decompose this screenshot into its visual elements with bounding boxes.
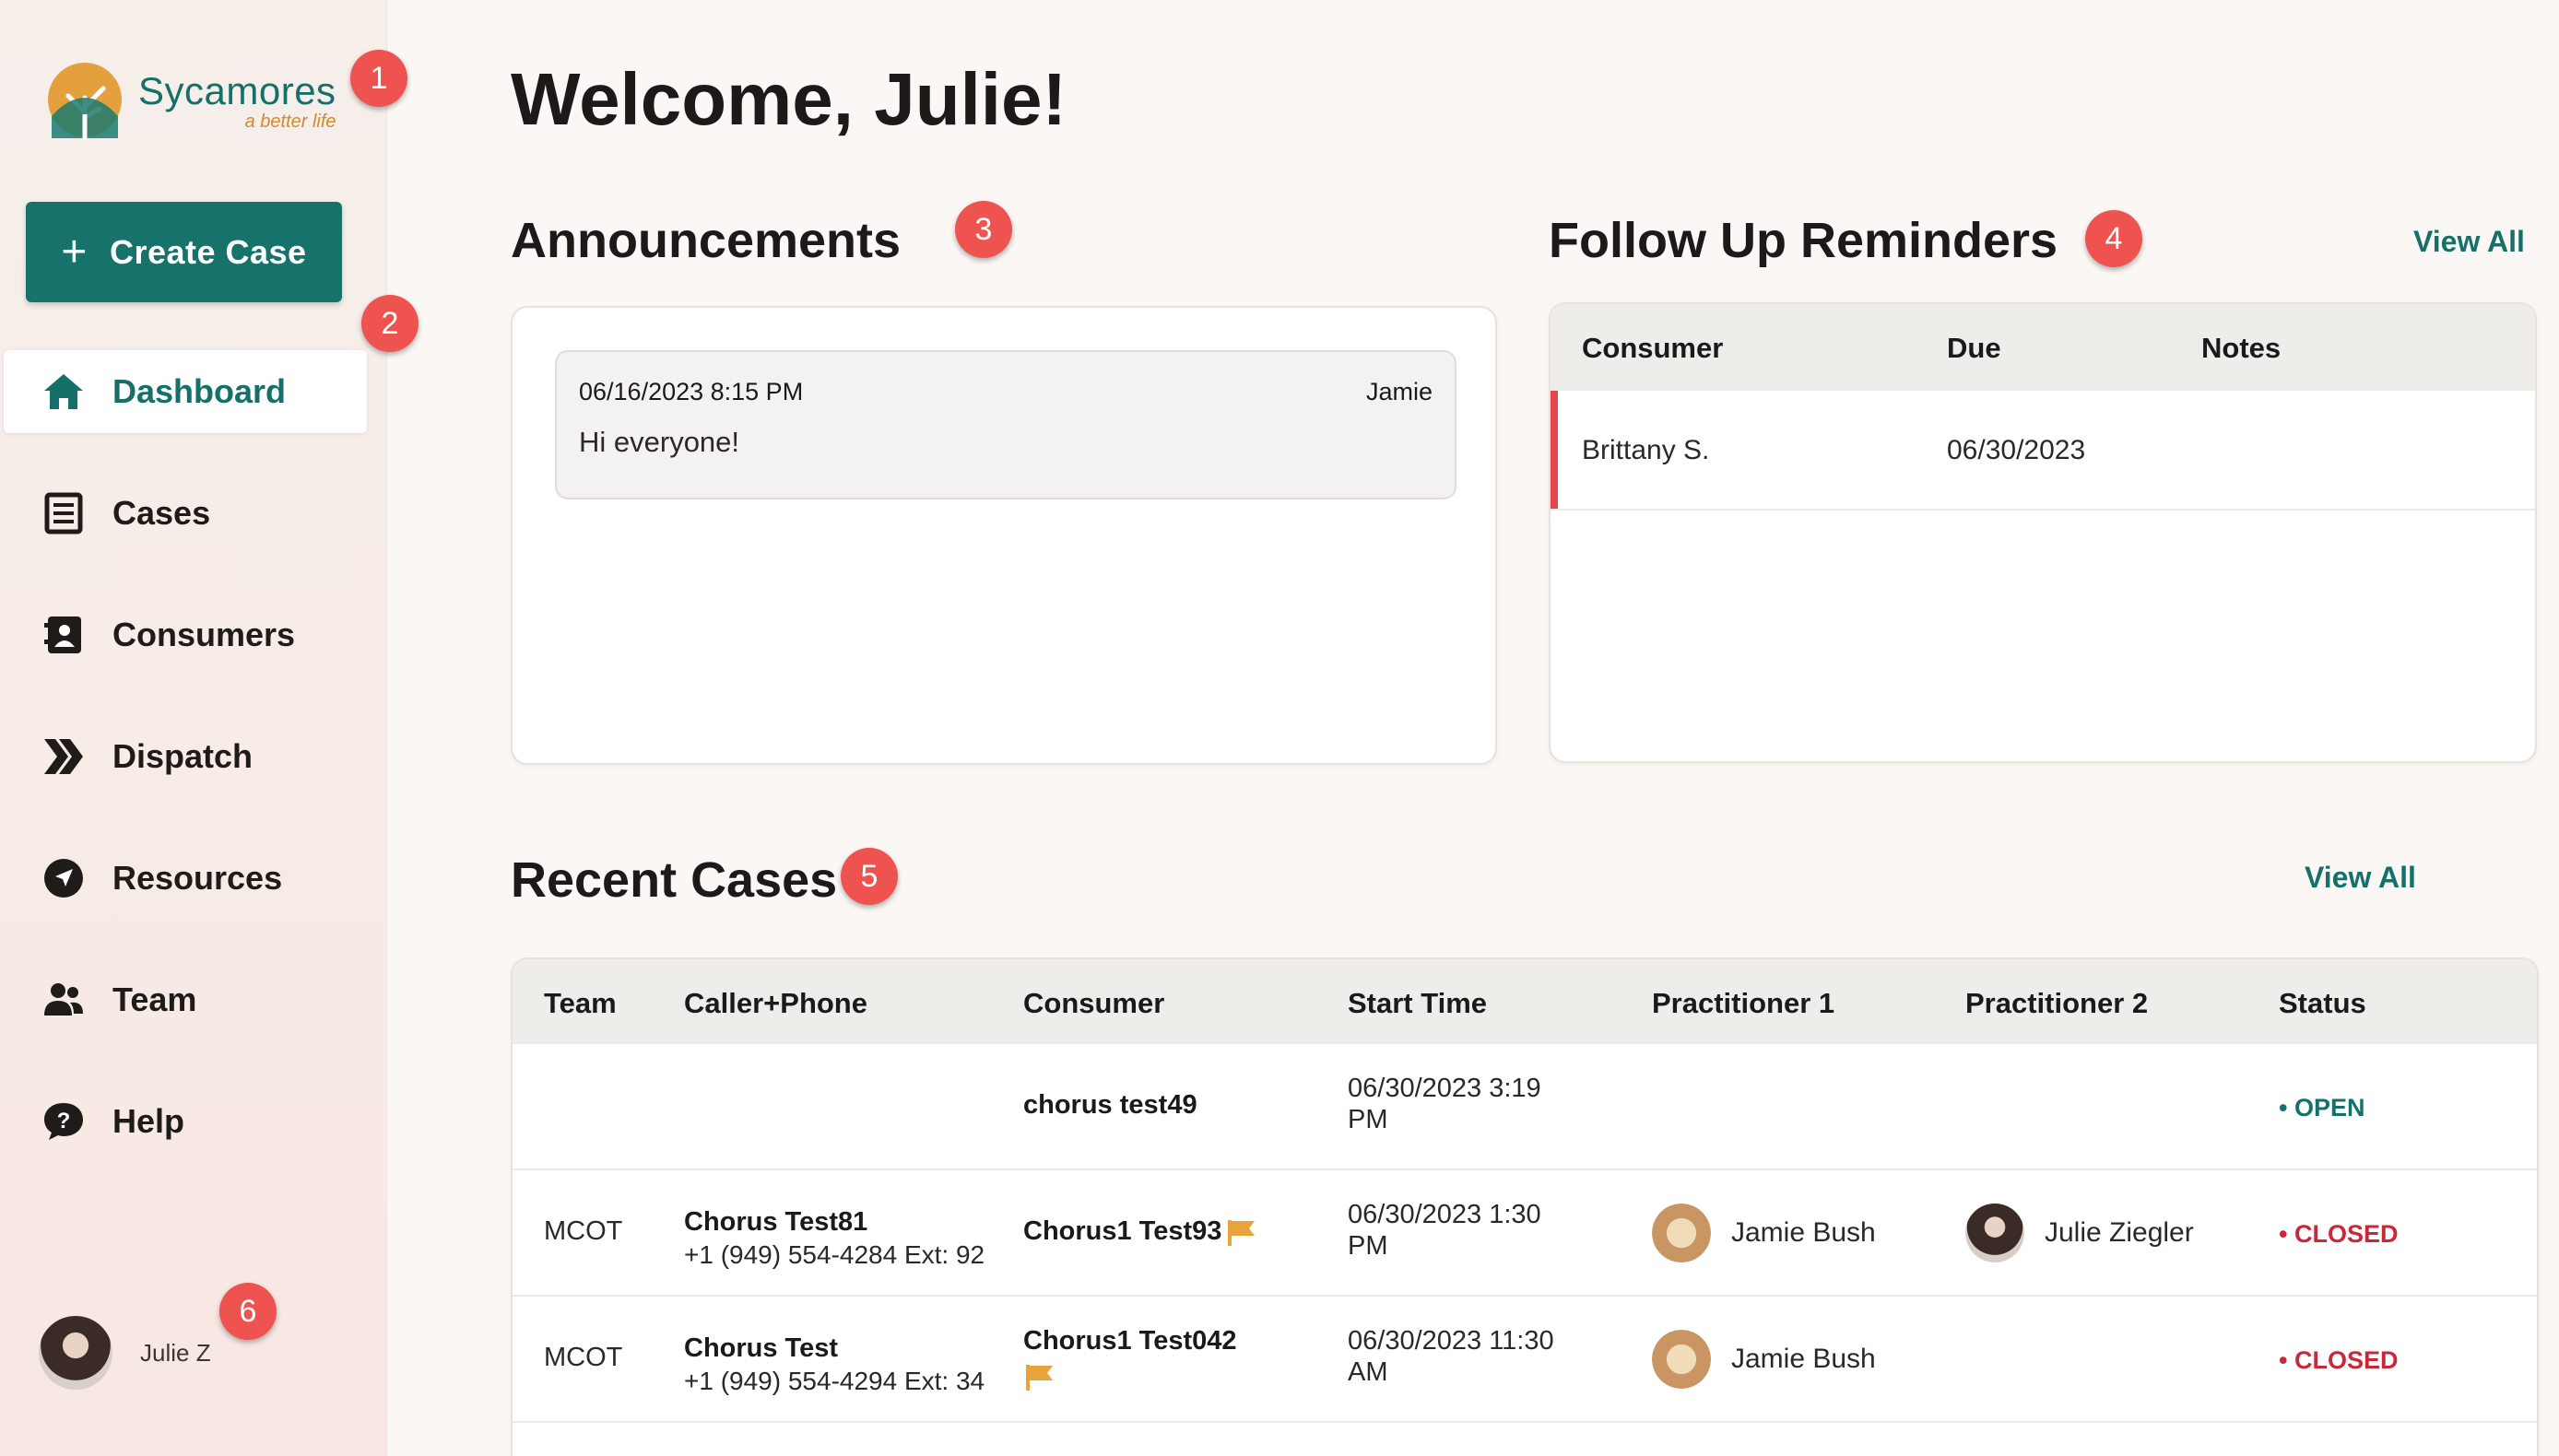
case-team: MCOT [544, 1216, 623, 1246]
column-header[interactable]: Practitioner 2 [1965, 987, 2148, 1020]
annotation-badge: 6 [219, 1283, 277, 1340]
case-phone: +1 (949) 554-4284 Ext: 92 [684, 1240, 985, 1269]
sidebar: Sycamores a better life + Create Case Da… [0, 0, 387, 1456]
sidebar-item-label: Consumers [112, 616, 296, 653]
status-badge: • OPEN [2279, 1094, 2365, 1121]
table-row[interactable]: MCOT Chorus Test81 +1 (949) 554-4284 Ext… [513, 1170, 2537, 1297]
announcement-author: Jamie [1365, 378, 1433, 405]
table-row[interactable]: MCOT Chorus Test +1 (949) 554-4294 Ext: … [513, 1297, 2537, 1423]
table-row[interactable]: chorus test49 06/30/2023 3:19 PM • OPEN [513, 1044, 2537, 1170]
reminder-due: 06/30/2023 [1947, 435, 2086, 465]
sidebar-item-label: Cases [112, 494, 211, 532]
case-start-time-suffix: AM [1348, 1357, 1388, 1387]
logo-name: Sycamores [138, 69, 336, 112]
case-start-time: 06/30/2023 3:19 [1348, 1074, 1541, 1103]
sidebar-item-dispatch[interactable]: Dispatch [4, 715, 367, 798]
case-start-time: 06/30/2023 11:30 [1348, 1326, 1554, 1356]
page-title: Welcome, Julie! [511, 58, 1067, 140]
recent-cases-title: Recent Cases [511, 852, 838, 908]
reminders-title: Follow Up Reminders [1549, 213, 2058, 268]
announcement-text: Hi everyone! [579, 426, 740, 458]
column-header[interactable]: Consumer [1582, 332, 1723, 365]
sidebar-item-dashboard[interactable]: Dashboard [4, 350, 367, 433]
double-chevron-icon [44, 739, 83, 774]
avatar [39, 1316, 112, 1390]
column-header[interactable]: Start Time [1348, 987, 1487, 1020]
sidebar-item-label: Dashboard [112, 372, 287, 410]
status-badge: • CLOSED [2279, 1220, 2399, 1248]
flag-icon [1026, 1365, 1053, 1391]
status-badge: • CLOSED [2279, 1346, 2399, 1374]
case-consumer[interactable]: Chorus1 Test93 [1023, 1216, 1258, 1247]
annotation-badge: 3 [955, 201, 1012, 258]
announcement-date: 06/16/2023 8:15 PM [579, 378, 804, 405]
column-header[interactable]: Notes [2201, 332, 2281, 365]
case-caller: Chorus Test81 [684, 1207, 868, 1237]
case-team: MCOT [544, 1343, 623, 1372]
sidebar-item-resources[interactable]: Resources [4, 837, 367, 920]
user-profile[interactable]: Julie Z [39, 1316, 211, 1390]
overdue-indicator [1551, 391, 1558, 509]
reminders-table-header: Consumer Due Notes [1551, 304, 2535, 391]
case-consumer[interactable]: chorus test49 [1023, 1090, 1197, 1121]
home-icon [44, 374, 83, 409]
flag-icon [1228, 1220, 1256, 1247]
practitioner-2: Julie Ziegler [1965, 1204, 2194, 1262]
avatar [1652, 1330, 1711, 1389]
annotation-badge: 4 [2085, 210, 2142, 267]
help-bubble-icon: ? [44, 1103, 83, 1140]
column-header[interactable]: Due [1947, 332, 2001, 365]
sidebar-item-help[interactable]: ? Help [4, 1080, 367, 1163]
tree-logo-icon [48, 63, 122, 141]
document-list-icon [44, 492, 83, 534]
case-start-time-suffix: PM [1348, 1231, 1388, 1261]
table-row[interactable]: Brittany S. 06/30/2023 [1551, 391, 2535, 511]
user-name: Julie Z [140, 1338, 211, 1367]
plus-icon: + [61, 227, 88, 276]
sidebar-item-label: Dispatch [112, 737, 254, 775]
annotation-badge: 5 [841, 848, 898, 905]
case-consumer[interactable]: Chorus1 Test042 [1023, 1326, 1237, 1356]
svg-text:?: ? [57, 1109, 71, 1133]
logo-tagline: a better life [244, 112, 336, 132]
column-header[interactable]: Consumer [1023, 987, 1164, 1020]
reminders-card: Consumer Due Notes Brittany S. 06/30/202… [1549, 302, 2537, 763]
column-header[interactable]: Team [544, 987, 617, 1020]
annotation-badge: 1 [350, 50, 407, 107]
announcements-title: Announcements [511, 213, 902, 268]
column-header[interactable]: Status [2279, 987, 2366, 1020]
sidebar-item-label: Help [112, 1102, 185, 1140]
sidebar-item-label: Resources [112, 859, 283, 897]
case-caller: Chorus Test [684, 1333, 839, 1363]
practitioner-1: Jamie Bush [1652, 1330, 1876, 1389]
location-arrow-icon [44, 859, 83, 898]
app-logo[interactable]: Sycamores a better life [42, 61, 336, 142]
cases-table-header: Team Caller+Phone Consumer Start Time Pr… [513, 959, 2537, 1044]
recent-cases-card: Team Caller+Phone Consumer Start Time Pr… [511, 957, 2539, 1456]
column-header[interactable]: Practitioner 1 [1652, 987, 1834, 1020]
sidebar-item-cases[interactable]: Cases [4, 472, 367, 555]
users-icon [44, 983, 83, 1016]
case-start-time-suffix: PM [1348, 1105, 1388, 1134]
practitioner-1: Jamie Bush [1652, 1204, 1876, 1262]
reminder-consumer: Brittany S. [1582, 435, 1710, 465]
avatar [1965, 1204, 2024, 1262]
announcement-item[interactable]: 06/16/2023 8:15 PM Jamie Hi everyone! [555, 350, 1456, 499]
avatar [1652, 1204, 1711, 1262]
reminders-view-all-link[interactable]: View All [2413, 225, 2525, 259]
case-phone: +1 (949) 554-4294 Ext: 34 [684, 1367, 985, 1395]
sidebar-item-label: Team [112, 980, 197, 1018]
create-case-label: Create Case [109, 232, 307, 271]
announcements-card: 06/16/2023 8:15 PM Jamie Hi everyone! [511, 306, 1497, 765]
column-header[interactable]: Caller+Phone [684, 987, 867, 1020]
cases-view-all-link[interactable]: View All [2305, 861, 2416, 895]
sidebar-item-consumers[interactable]: Consumers [4, 593, 367, 676]
contact-card-icon [44, 616, 81, 653]
create-case-button[interactable]: + Create Case [26, 202, 342, 302]
case-start-time: 06/30/2023 1:30 [1348, 1200, 1541, 1229]
sidebar-item-team[interactable]: Team [4, 958, 367, 1041]
annotation-badge: 2 [361, 295, 419, 352]
